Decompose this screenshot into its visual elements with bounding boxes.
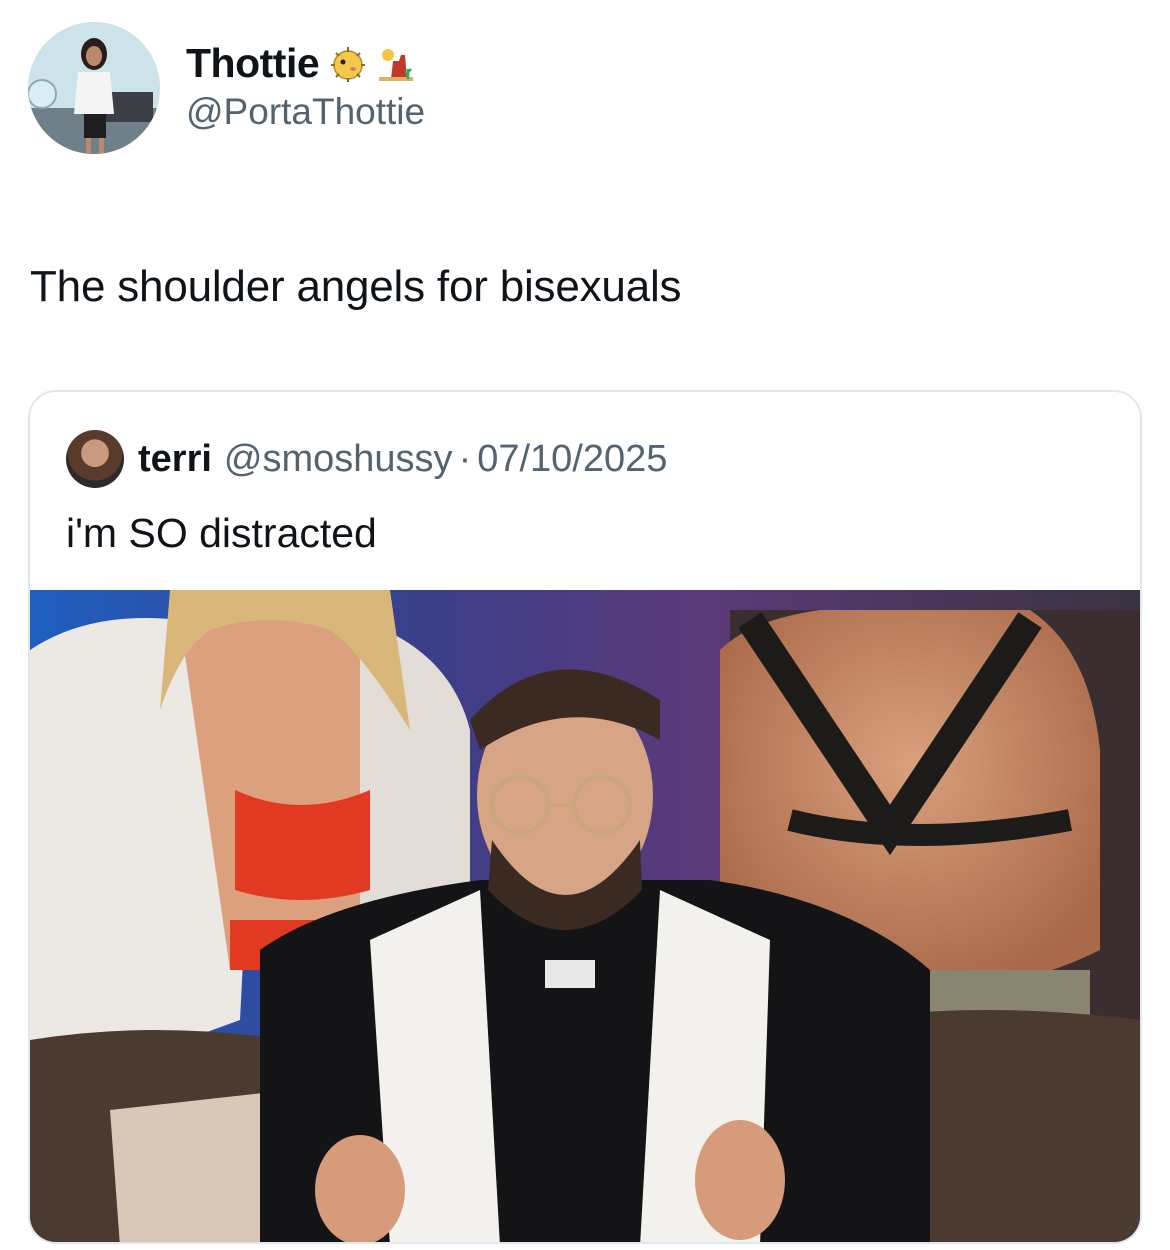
author-names: Thottie @PortaThottie [186, 40, 425, 133]
separator-dot: · [458, 437, 472, 480]
quoted-tweet-text: i'm SO distracted [66, 510, 377, 556]
tweet-header: Thottie @PortaThottie [28, 22, 1128, 156]
quoted-tweet-date[interactable]: 07/10/2025 [477, 438, 667, 481]
blowfish-icon [329, 45, 367, 83]
quoted-tweet-photo[interactable] [30, 590, 1140, 1244]
author-avatar[interactable] [28, 22, 160, 154]
desert-icon [377, 45, 415, 83]
author-avatar-image [28, 22, 160, 154]
quoted-tweet-card[interactable]: terri @smoshussy · 07/10/2025 i'm SO dis… [28, 390, 1142, 1244]
quoted-author-avatar[interactable] [66, 430, 124, 488]
quoted-author-handle[interactable]: @smoshussy [224, 438, 453, 481]
author-display-name[interactable]: Thottie [186, 40, 320, 87]
quoted-author-display-name[interactable]: terri [138, 438, 212, 481]
display-name-row: Thottie [186, 40, 425, 87]
author-handle[interactable]: @PortaThottie [186, 91, 425, 133]
quoted-tweet-header: terri @smoshussy · 07/10/2025 [66, 430, 667, 488]
tweet-text: The shoulder angels for bisexuals [30, 262, 682, 311]
